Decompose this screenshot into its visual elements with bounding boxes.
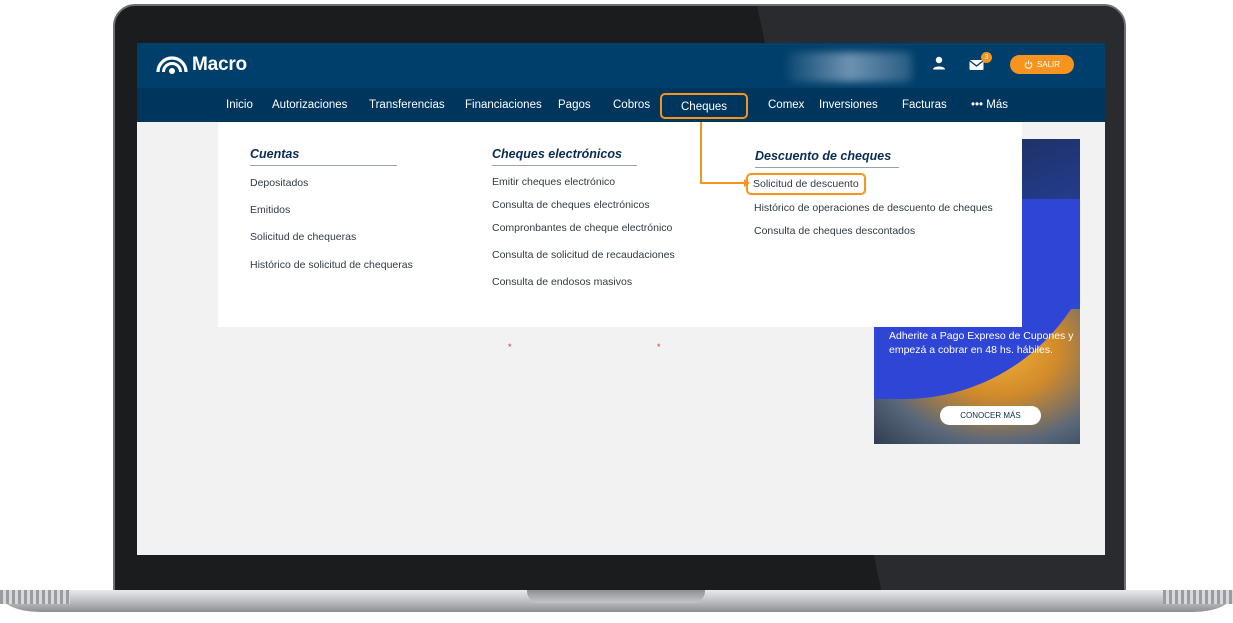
laptop-base-left-edge — [0, 590, 70, 604]
menu-link-emitir-electronico[interactable]: Emitir cheques electrónico — [492, 176, 615, 188]
ellipsis-icon: ••• — [971, 99, 984, 111]
menu-heading-electronicos: Cheques electrónicos — [492, 147, 622, 161]
brand-logo[interactable]: Macro — [156, 54, 247, 76]
promo-cta-button[interactable]: CONOCER MÁS — [940, 406, 1041, 425]
menu-link-solicitud-descuento[interactable]: Solicitud de descuento — [746, 173, 866, 195]
nav-item-cobros[interactable]: Cobros — [613, 88, 650, 122]
heading-divider — [755, 167, 899, 168]
menu-link-historico-descuento[interactable]: Histórico de operaciones de descuento de… — [754, 202, 993, 214]
notification-badge: 3 — [981, 52, 992, 63]
menu-link-cheques-descontados[interactable]: Consulta de cheques descontados — [754, 225, 915, 237]
laptop-notch — [527, 590, 705, 603]
nav-item-transferencias[interactable]: Transferencias — [369, 88, 445, 122]
menu-link-depositados[interactable]: Depositados — [250, 177, 308, 189]
nav-item-facturas[interactable]: Facturas — [902, 88, 947, 122]
nav-item-comex[interactable]: Comex — [768, 88, 804, 122]
app-screen: Macro 3 SALIR Inicio Autorizaciones Tran… — [137, 43, 1105, 555]
nav-item-inicio[interactable]: Inicio — [226, 88, 253, 122]
promo-text: Adherite a Pago Expreso de Cupones y emp… — [889, 330, 1074, 356]
required-mark: * — [657, 342, 661, 352]
nav-item-mas[interactable]: ••• Más — [971, 88, 1008, 122]
menu-link-historico-chequeras[interactable]: Histórico de solicitud de chequeras — [250, 259, 413, 271]
laptop-base-right-edge — [1163, 590, 1233, 604]
menu-heading-descuento: Descuento de cheques — [755, 149, 892, 163]
user-info-blurred — [787, 52, 912, 82]
nav-item-pagos[interactable]: Pagos — [558, 88, 591, 122]
top-bar: Macro 3 SALIR — [137, 43, 1105, 88]
menu-link-endosos[interactable]: Consulta de endosos masivos — [492, 276, 632, 288]
nav-item-mas-label: Más — [986, 99, 1009, 111]
menu-link-solicitud-chequeras[interactable]: Solicitud de chequeras — [250, 231, 356, 243]
menu-heading-cuentas: Cuentas — [250, 147, 300, 161]
required-mark: * — [508, 342, 512, 352]
menu-link-comprobantes[interactable]: Compronbantes de cheque electrónico — [492, 222, 672, 234]
main-nav: Inicio Autorizaciones Transferencias Fin… — [137, 88, 1105, 122]
macro-logo-icon — [156, 56, 188, 74]
logout-button[interactable]: SALIR — [1010, 55, 1074, 74]
nav-item-autorizaciones[interactable]: Autorizaciones — [272, 88, 347, 122]
power-icon — [1024, 60, 1033, 69]
nav-item-cheques[interactable]: Cheques — [660, 93, 749, 119]
brand-name: Macro — [192, 54, 247, 75]
heading-divider — [250, 165, 397, 166]
cheques-dropdown-menu: Cuentas Depositados Emitidos Solicitud d… — [218, 122, 1022, 327]
nav-item-financiaciones[interactable]: Financiaciones — [465, 88, 542, 122]
menu-link-recaudaciones[interactable]: Consulta de solicitud de recaudaciones — [492, 249, 675, 261]
nav-item-inversiones[interactable]: Inversiones — [819, 88, 878, 122]
logout-label: SALIR — [1036, 60, 1061, 69]
user-icon[interactable] — [932, 55, 946, 74]
heading-divider — [492, 165, 637, 166]
menu-link-consulta-electronicos[interactable]: Consulta de cheques electrónicos — [492, 199, 650, 211]
menu-link-emitidos[interactable]: Emitidos — [250, 204, 290, 216]
